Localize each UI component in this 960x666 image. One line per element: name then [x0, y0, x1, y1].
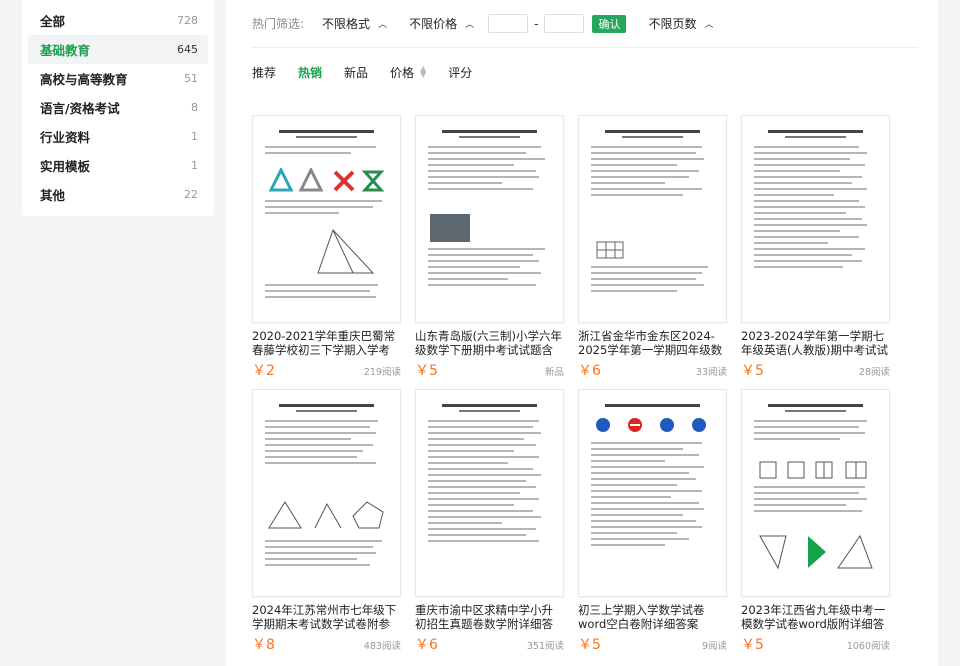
document-thumbnail: [415, 115, 564, 323]
category-item-other[interactable]: 其他 22: [28, 180, 208, 209]
category-count: 728: [177, 14, 198, 27]
document-read-count: 33阅读: [695, 367, 727, 378]
geometry-figure: [759, 534, 873, 570]
document-card[interactable]: 浙江省金华市金东区2024-2025学年第一学期四年级数学期末... ￥6 33…: [578, 115, 727, 380]
sort-rating-tab[interactable]: 评分: [448, 64, 472, 81]
document-title: 重庆市渝中区求精中学小升初招生真题卷数学附详细答案: [415, 603, 553, 631]
document-card[interactable]: 重庆市渝中区求精中学小升初招生真题卷数学附详细答案 ￥6 351阅读: [415, 389, 564, 654]
document-list-panel: 热门筛选: 不限格式 ︿ 不限价格 ︿ - 确认 不限页数 ︿ 推荐 热销 新品…: [226, 0, 938, 666]
category-label: 全部: [40, 14, 66, 29]
document-price: ￥5: [741, 363, 764, 379]
document-thumbnail: [415, 389, 564, 597]
sort-new-tab[interactable]: 新品: [344, 64, 368, 81]
document-read-count: 28阅读: [858, 367, 890, 378]
recycle-symbols-figure: [269, 168, 385, 192]
category-item-all[interactable]: 全部 728: [28, 6, 208, 35]
document-card[interactable]: 初三上学期入学数学试卷word空白卷附详细答案 ￥5 9阅读: [578, 389, 727, 654]
document-thumbnail: [741, 115, 890, 323]
geometry-figure: [268, 501, 384, 529]
sort-recommend-tab[interactable]: 推荐: [252, 64, 276, 81]
geometry-figure: [317, 229, 375, 274]
document-card[interactable]: 2023年江西省九年级中考一模数学试卷word版附详细答案 ￥5 1060阅读: [741, 389, 890, 654]
document-price: ￥2: [252, 363, 275, 379]
category-item-language-exams[interactable]: 语言/资格考试 8: [28, 93, 208, 122]
category-sidebar: 全部 728 基础教育 645 高校与高等教育 51 语言/资格考试 8 行业资…: [22, 0, 214, 216]
document-thumbnail: [252, 115, 401, 323]
document-title: 2023年江西省九年级中考一模数学试卷word版附详细答案: [741, 603, 886, 631]
category-count: 22: [184, 188, 198, 201]
sort-price-label: 价格: [390, 65, 415, 80]
document-read-count: 新品: [544, 367, 564, 378]
grid-figure: [596, 241, 624, 259]
document-title: 初三上学期入学数学试卷word空白卷附详细答案: [578, 603, 705, 631]
category-item-higher-education[interactable]: 高校与高等教育 51: [28, 64, 208, 93]
document-title: 2024年江苏常州市七年级下学期期末考试数学试卷附参考答案: [252, 603, 397, 631]
document-price: ￥5: [415, 363, 438, 379]
document-price: ￥6: [578, 363, 601, 379]
price-min-input[interactable]: [488, 14, 529, 33]
pages-filter-label: 不限页数: [648, 17, 697, 31]
shapes-figure: [759, 461, 867, 479]
document-read-count: 219阅读: [363, 367, 401, 378]
category-label: 基础教育: [40, 43, 91, 58]
price-range-dash: -: [534, 16, 539, 31]
sort-updown-icon: ▲ ▼: [420, 64, 427, 79]
category-label: 行业资料: [40, 130, 91, 145]
filter-title: 热门筛选:: [252, 17, 305, 31]
price-max-input[interactable]: [544, 14, 585, 33]
category-label: 实用模板: [40, 159, 91, 174]
category-item-basic-education[interactable]: 基础教育 645: [28, 35, 208, 64]
document-price: ￥8: [252, 637, 275, 653]
document-thumbnail: [741, 389, 890, 597]
category-count: 1: [191, 130, 198, 143]
pages-filter-dropdown[interactable]: 不限页数 ︿: [648, 15, 713, 32]
category-count: 645: [177, 43, 198, 56]
photo-figure: [430, 214, 470, 242]
document-card[interactable]: 2024年江苏常州市七年级下学期期末考试数学试卷附参考答案 ￥8 483阅读: [252, 389, 401, 654]
document-title: 浙江省金华市金东区2024-2025学年第一学期四年级数学期末...: [578, 329, 723, 357]
price-filter-dropdown[interactable]: 不限价格 ︿: [409, 15, 474, 32]
price-confirm-button[interactable]: 确认: [592, 14, 627, 33]
document-price: ￥5: [741, 637, 764, 653]
category-item-industry[interactable]: 行业资料 1: [28, 122, 208, 151]
chevron-up-icon: ︿: [704, 20, 714, 30]
sort-bar: 推荐 热销 新品 价格 ▲ ▼ 评分: [252, 50, 918, 94]
document-thumbnail: [252, 389, 401, 597]
document-thumbnail: [578, 115, 727, 323]
format-filter-dropdown[interactable]: 不限格式 ︿: [322, 15, 387, 32]
sort-hot-tab[interactable]: 热销: [298, 64, 322, 81]
document-price: ￥6: [415, 637, 438, 653]
document-title: 2023-2024学年第一学期七年级英语(人教版)期中考试试卷附参...: [741, 329, 888, 357]
document-card[interactable]: 山东青岛版(六三制)小学六年级数学下册期中考试试题含参考答案 ￥5 新品: [415, 115, 564, 380]
document-card[interactable]: 2020-2021学年重庆巴蜀常春藤学校初三下学期入学考试数学... ￥2 21…: [252, 115, 401, 380]
filter-bar: 热门筛选: 不限格式 ︿ 不限价格 ︿ - 确认 不限页数 ︿: [252, 0, 918, 48]
chevron-up-icon: ︿: [378, 20, 388, 30]
document-read-count: 483阅读: [363, 641, 401, 652]
document-title: 山东青岛版(六三制)小学六年级数学下册期中考试试题含参考答案: [415, 329, 562, 357]
document-read-count: 351阅读: [526, 641, 564, 652]
price-filter-label: 不限价格: [409, 17, 458, 31]
category-item-templates[interactable]: 实用模板 1: [28, 151, 208, 180]
chevron-up-icon: ︿: [465, 20, 475, 30]
category-count: 8: [191, 101, 198, 114]
category-count: 51: [184, 72, 198, 85]
document-price: ￥5: [578, 637, 601, 653]
category-label: 高校与高等教育: [40, 72, 128, 87]
document-thumbnail: [578, 389, 727, 597]
sort-price-tab[interactable]: 价格 ▲ ▼: [390, 64, 426, 81]
category-label: 语言/资格考试: [40, 101, 120, 116]
document-read-count: 9阅读: [701, 641, 727, 652]
document-card[interactable]: 2023-2024学年第一学期七年级英语(人教版)期中考试试卷附参... ￥5 …: [741, 115, 890, 380]
document-title: 2020-2021学年重庆巴蜀常春藤学校初三下学期入学考试数学...: [252, 329, 396, 357]
category-label: 其他: [40, 188, 66, 203]
category-count: 1: [191, 159, 198, 172]
traffic-signs-figure: [596, 418, 706, 432]
document-read-count: 1060阅读: [846, 641, 890, 652]
document-grid: 2020-2021学年重庆巴蜀常春藤学校初三下学期入学考试数学... ￥2 21…: [252, 115, 918, 654]
format-filter-label: 不限格式: [322, 17, 371, 31]
